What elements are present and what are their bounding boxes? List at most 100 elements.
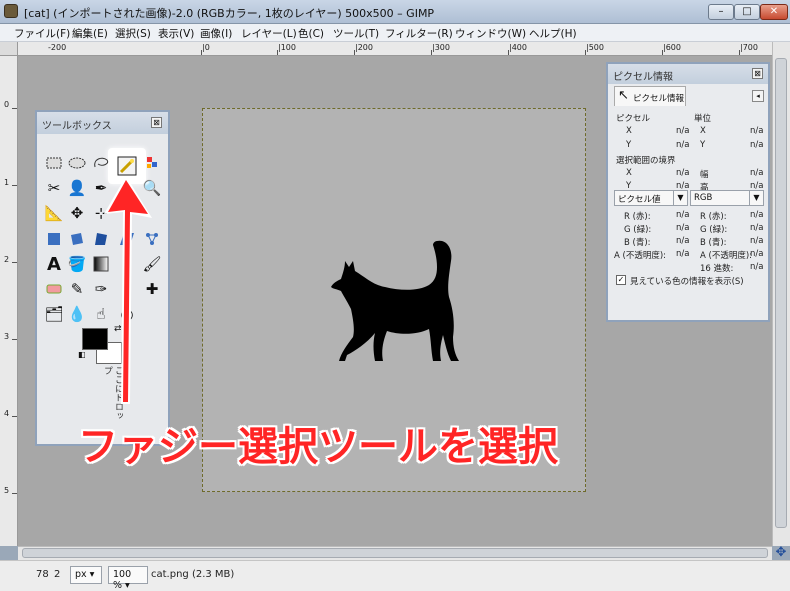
file-info: cat.png (2.3 MB) [151, 569, 235, 580]
ruler-tick [201, 50, 202, 55]
status-bar: 78 2 px ▾ 100 % ▾ cat.png (2.3 MB) [0, 560, 790, 591]
unit-select[interactable]: px ▾ [70, 566, 102, 584]
toolbox-header[interactable]: ツールボックス ⊠ [37, 112, 168, 134]
menu-help[interactable]: ヘルプ(H) [529, 26, 577, 41]
horizontal-scroll-thumb[interactable] [22, 548, 768, 558]
menu-image[interactable]: 画像(I) [200, 26, 232, 41]
paintbrush-tool[interactable]: 🖌 [141, 253, 163, 275]
window-title: [cat] (インポートされた画像)-2.0 (RGBカラー, 1枚のレイヤー)… [24, 7, 435, 20]
pixel-info-header[interactable]: ピクセル情報 ⊠ [608, 64, 768, 84]
cage-transform-tool[interactable] [141, 228, 163, 250]
pixel-y-value: n/a [676, 140, 690, 150]
crop-tool[interactable] [43, 228, 65, 250]
ruler-tick [277, 50, 278, 55]
toolbox-title: ツールボックス [42, 121, 112, 132]
ruler-tick [508, 50, 509, 55]
paths-tool[interactable]: ✒ [90, 177, 112, 199]
annotation-caption: ファジー選択ツールを選択 [78, 424, 558, 470]
select-by-color-tool[interactable] [141, 152, 163, 174]
align-tool[interactable]: ⊹ [90, 202, 112, 224]
scissors-select-tool[interactable]: ✂ [43, 177, 65, 199]
heal-tool[interactable]: ✚ [141, 278, 163, 300]
blue-label: B (青): [624, 238, 651, 248]
blur-tool[interactable]: 💧 [66, 303, 88, 325]
alpha-value: n/a [676, 249, 690, 259]
ruler-tick [354, 50, 355, 55]
foreground-color-swatch-top[interactable] [82, 328, 108, 350]
airbrush-tool[interactable]: ✎ [66, 278, 88, 300]
color-mode-select-left[interactable]: ピクセル値 ▼ [614, 190, 688, 206]
shear-tool[interactable] [116, 228, 138, 250]
gimp-app-icon [4, 4, 18, 18]
free-select-tool[interactable] [90, 152, 112, 174]
default-colors-icon[interactable]: ◧ [78, 350, 86, 359]
ellipse-select-tool[interactable] [66, 152, 88, 174]
foreground-select-tool[interactable]: 👤 [66, 177, 88, 199]
menu-tools[interactable]: ツール(T) [333, 26, 379, 41]
menu-edit[interactable]: 編集(E) [72, 26, 108, 41]
swap-colors-icon[interactable]: ⇄ [114, 324, 122, 334]
move-tool[interactable]: ✥ [66, 202, 88, 224]
rotate-tool[interactable] [66, 228, 88, 250]
pointer-x: 78 [36, 569, 49, 580]
clone-tool[interactable]: 🗂 [43, 303, 65, 325]
ruler-corner[interactable] [0, 42, 18, 56]
maximize-button[interactable]: □ [734, 4, 760, 20]
red-value: n/a [750, 210, 764, 220]
rect-select-tool[interactable] [43, 152, 65, 174]
dropdown-arrow-icon: ▼ [749, 191, 763, 205]
vertical-ruler[interactable]: 0 1 2 3 4 5 [0, 56, 18, 546]
select-value: RGB [694, 193, 713, 203]
fuzzy-select-tool[interactable] [116, 155, 138, 177]
title-bar: [cat] (インポートされた画像)-2.0 (RGBカラー, 1枚のレイヤー)… [0, 0, 790, 24]
unit-x-value: n/a [750, 126, 764, 136]
menu-select[interactable]: 選択(S) [115, 26, 151, 41]
tab-pixel-info[interactable]: ↖ ピクセル情報 [614, 86, 686, 106]
ruler-label: 2 [4, 255, 10, 264]
smudge-tool[interactable]: ☝ [90, 303, 112, 325]
menu-file[interactable]: ファイル(F) [14, 26, 70, 41]
blue-label: B (青): [700, 238, 727, 248]
menu-windows[interactable]: ウィンドウ(W) [455, 26, 526, 41]
bucket-fill-tool[interactable]: 🪣 [66, 253, 88, 275]
y-label: Y [700, 140, 706, 150]
menu-layer[interactable]: レイヤー(L) [241, 26, 297, 41]
blend-tool[interactable] [90, 253, 112, 275]
show-visible-color-checkbox[interactable]: ✓ [616, 275, 626, 285]
horizontal-ruler[interactable]: -200 |0 |100 |200 |300 |400 |500 |600 |7… [18, 42, 772, 56]
close-button[interactable]: ✕ [760, 4, 788, 20]
menu-view[interactable]: 表示(V) [158, 26, 194, 41]
y-label: Y [626, 140, 632, 150]
zoom-select[interactable]: 100 % ▾ [108, 566, 148, 591]
x-label: X [626, 168, 632, 178]
ink-tool[interactable]: ✑ [90, 278, 112, 300]
alpha-label: A (不透明度): [614, 251, 667, 261]
dodge-burn-tool[interactable]: ◐ [116, 303, 138, 325]
green-value: n/a [750, 223, 764, 233]
tab-menu-icon[interactable]: ◂ [752, 90, 764, 102]
select-value: 100 % [113, 569, 132, 591]
toolbox-close-button[interactable]: ⊠ [151, 117, 162, 128]
vertical-scroll-thumb[interactable] [775, 58, 787, 528]
color-mode-select-right[interactable]: RGB ▼ [690, 190, 764, 206]
green-label: G (緑): [624, 225, 652, 235]
tab-label: ピクセル情報 [633, 94, 685, 104]
eraser-tool[interactable] [43, 278, 65, 300]
pixel-info-close-button[interactable]: ⊠ [752, 68, 763, 79]
measure-tool[interactable]: 📐 [43, 202, 65, 224]
ruler-label: 4 [4, 409, 10, 418]
blue-value: n/a [676, 236, 690, 246]
zoom-tool[interactable]: 🔍 [141, 177, 163, 199]
menu-color[interactable]: 色(C) [298, 26, 324, 41]
green-label: G (緑): [700, 225, 728, 235]
minimize-button[interactable]: – [708, 4, 734, 20]
red-label: R (赤): [624, 212, 651, 222]
ruler-label: |500 [586, 43, 604, 52]
scale-tool[interactable] [90, 228, 112, 250]
text-tool[interactable]: A [43, 253, 65, 275]
unit-label: 単位 [694, 114, 712, 124]
ruler-label: |700 [740, 43, 758, 52]
pointer-y: 2 [54, 569, 61, 580]
navigate-icon[interactable]: ✥ [772, 546, 790, 560]
menu-filters[interactable]: フィルター(R) [385, 26, 453, 41]
